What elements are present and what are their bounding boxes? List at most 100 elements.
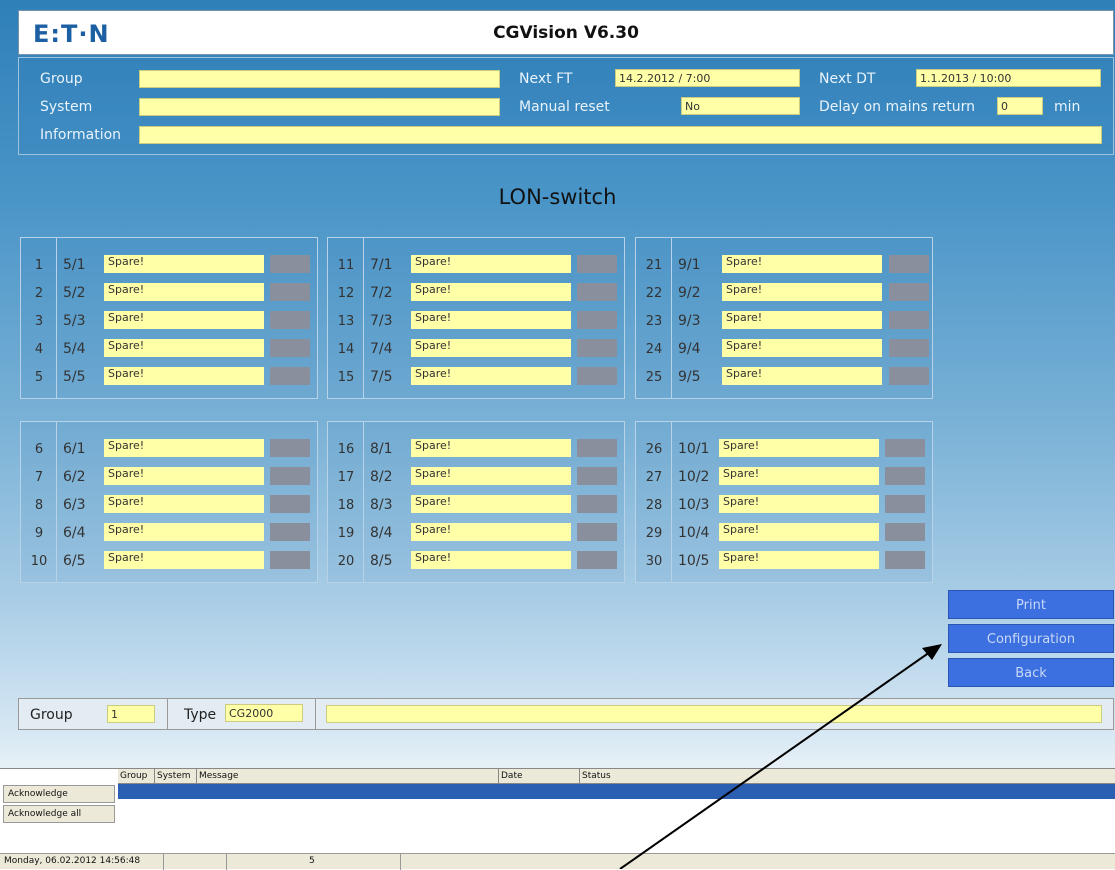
switch-state-indicator[interactable] bbox=[577, 367, 617, 385]
switch-state-indicator[interactable] bbox=[270, 367, 310, 385]
switch-state-indicator[interactable] bbox=[270, 495, 310, 513]
switch-label-field[interactable]: Spare! bbox=[104, 467, 264, 485]
switch-label-field[interactable]: Spare! bbox=[722, 255, 882, 273]
switch-code: 9/4 bbox=[678, 341, 701, 357]
switch-label-field[interactable]: Spare! bbox=[719, 467, 879, 485]
next-dt-field[interactable]: 1.1.2013 / 10:00 bbox=[916, 69, 1101, 87]
switch-label-field[interactable]: Spare! bbox=[411, 439, 571, 457]
switch-label-field[interactable]: Spare! bbox=[104, 339, 264, 357]
switch-row: 27 10/2 Spare! bbox=[636, 463, 932, 491]
switch-state-indicator[interactable] bbox=[885, 551, 925, 569]
switch-state-indicator[interactable] bbox=[270, 551, 310, 569]
switch-state-indicator[interactable] bbox=[270, 439, 310, 457]
switch-row: 26 10/1 Spare! bbox=[636, 435, 932, 463]
switch-panel: 26 10/1 Spare! 27 10/2 Spare! 28 10/3 Spare! 29 10… bbox=[635, 421, 933, 583]
switch-panel: 6 6/1 Spare! 7 6/2 Spare! 8 6/3 Spare! 9 6/4 Spare!… bbox=[20, 421, 318, 583]
switch-state-indicator[interactable] bbox=[885, 523, 925, 541]
switch-label-field[interactable]: Spare! bbox=[722, 339, 882, 357]
switch-state-indicator[interactable] bbox=[889, 311, 929, 329]
column-date[interactable]: Date bbox=[501, 771, 523, 781]
switch-state-indicator[interactable] bbox=[270, 255, 310, 273]
column-group[interactable]: Group bbox=[120, 771, 147, 781]
switch-state-indicator[interactable] bbox=[885, 467, 925, 485]
switch-state-indicator[interactable] bbox=[577, 255, 617, 273]
switch-label-field[interactable]: Spare! bbox=[411, 311, 571, 329]
switch-state-indicator[interactable] bbox=[885, 439, 925, 457]
switch-row: 17 8/2 Spare! bbox=[328, 463, 624, 491]
switch-state-indicator[interactable] bbox=[270, 311, 310, 329]
switch-state-indicator[interactable] bbox=[577, 283, 617, 301]
switch-state-indicator[interactable] bbox=[889, 367, 929, 385]
acknowledge-all-button[interactable]: Acknowledge all bbox=[3, 805, 115, 823]
manual-reset-field[interactable]: No bbox=[681, 97, 800, 115]
switch-label-field[interactable]: Spare! bbox=[411, 339, 571, 357]
switch-label-field[interactable]: Spare! bbox=[104, 283, 264, 301]
switch-label-field[interactable]: Spare! bbox=[719, 523, 879, 541]
switch-label-field[interactable]: Spare! bbox=[411, 255, 571, 273]
switch-label-field[interactable]: Spare! bbox=[104, 523, 264, 541]
group-number-field[interactable]: 1 bbox=[107, 705, 155, 723]
switch-row: 12 7/2 Spare! bbox=[328, 279, 624, 307]
switch-state-indicator[interactable] bbox=[577, 439, 617, 457]
switch-label-field[interactable]: Spare! bbox=[722, 367, 882, 385]
switch-row: 10 6/5 Spare! bbox=[21, 547, 317, 575]
switch-code: 7/1 bbox=[370, 257, 393, 273]
next-ft-field[interactable]: 14.2.2012 / 7:00 bbox=[615, 69, 800, 87]
switch-row: 14 7/4 Spare! bbox=[328, 335, 624, 363]
delay-field[interactable]: 0 bbox=[997, 97, 1043, 115]
switch-label-field[interactable]: Spare! bbox=[411, 495, 571, 513]
switch-label-field[interactable]: Spare! bbox=[411, 551, 571, 569]
column-system[interactable]: System bbox=[157, 771, 191, 781]
switch-label-field[interactable]: Spare! bbox=[104, 551, 264, 569]
column-status[interactable]: Status bbox=[582, 771, 611, 781]
back-button[interactable]: Back bbox=[948, 658, 1114, 687]
switch-state-indicator[interactable] bbox=[577, 467, 617, 485]
switch-label-field[interactable]: Spare! bbox=[719, 495, 879, 513]
switch-label-field[interactable]: Spare! bbox=[104, 367, 264, 385]
switch-state-indicator[interactable] bbox=[577, 495, 617, 513]
switch-panel: 11 7/1 Spare! 12 7/2 Spare! 13 7/3 Spare! 14 7/4 Sp… bbox=[327, 237, 625, 399]
switch-label-field[interactable]: Spare! bbox=[411, 367, 571, 385]
switch-state-indicator[interactable] bbox=[270, 283, 310, 301]
switch-state-indicator[interactable] bbox=[889, 255, 929, 273]
switch-label-field[interactable]: Spare! bbox=[722, 283, 882, 301]
switch-state-indicator[interactable] bbox=[889, 283, 929, 301]
switch-row: 24 9/4 Spare! bbox=[636, 335, 932, 363]
description-field[interactable] bbox=[326, 705, 1102, 723]
switch-state-indicator[interactable] bbox=[577, 551, 617, 569]
switch-label-field[interactable]: Spare! bbox=[104, 311, 264, 329]
system-field[interactable] bbox=[139, 98, 500, 116]
configuration-button[interactable]: Configuration bbox=[948, 624, 1114, 653]
selected-message-row[interactable] bbox=[118, 784, 1115, 799]
information-field[interactable] bbox=[139, 126, 1102, 144]
group-field[interactable] bbox=[139, 70, 500, 88]
type-field[interactable]: CG2000 bbox=[225, 704, 303, 722]
switch-state-indicator[interactable] bbox=[577, 339, 617, 357]
switch-state-indicator[interactable] bbox=[270, 523, 310, 541]
divider bbox=[315, 699, 316, 729]
switch-label-field[interactable]: Spare! bbox=[411, 467, 571, 485]
switch-state-indicator[interactable] bbox=[270, 339, 310, 357]
switch-state-indicator[interactable] bbox=[577, 311, 617, 329]
switch-state-indicator[interactable] bbox=[577, 523, 617, 541]
delay-label: Delay on mains return bbox=[819, 99, 976, 115]
switch-number: 14 bbox=[337, 342, 355, 357]
switch-code: 6/4 bbox=[63, 525, 86, 541]
switch-label-field[interactable]: Spare! bbox=[411, 523, 571, 541]
switch-state-indicator[interactable] bbox=[885, 495, 925, 513]
switch-label-field[interactable]: Spare! bbox=[411, 283, 571, 301]
switch-label-field[interactable]: Spare! bbox=[722, 311, 882, 329]
switch-label-field[interactable]: Spare! bbox=[104, 439, 264, 457]
switch-state-indicator[interactable] bbox=[270, 467, 310, 485]
switch-row: 2 5/2 Spare! bbox=[21, 279, 317, 307]
print-button[interactable]: Print bbox=[948, 590, 1114, 619]
switch-label-field[interactable]: Spare! bbox=[719, 551, 879, 569]
switch-code: 10/1 bbox=[678, 441, 710, 457]
acknowledge-button[interactable]: Acknowledge bbox=[3, 785, 115, 803]
switch-code: 7/5 bbox=[370, 369, 393, 385]
switch-label-field[interactable]: Spare! bbox=[104, 255, 264, 273]
switch-label-field[interactable]: Spare! bbox=[719, 439, 879, 457]
switch-label-field[interactable]: Spare! bbox=[104, 495, 264, 513]
switch-state-indicator[interactable] bbox=[889, 339, 929, 357]
column-message[interactable]: Message bbox=[199, 771, 238, 781]
